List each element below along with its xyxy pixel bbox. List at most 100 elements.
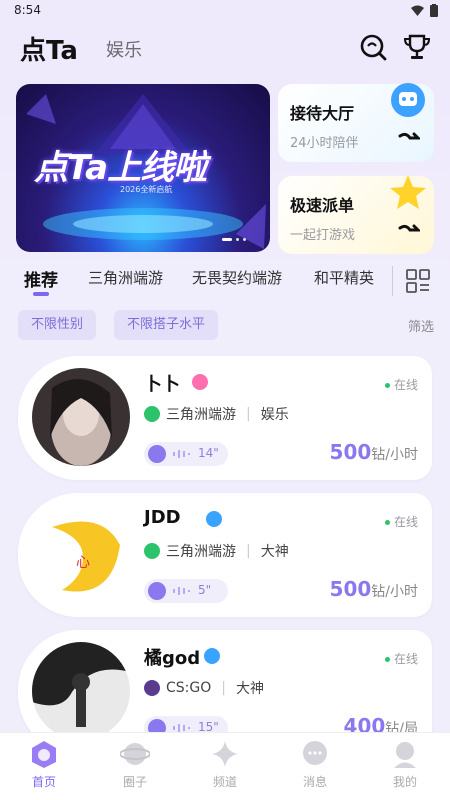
tab-divider xyxy=(392,266,393,296)
online-status: 在线 xyxy=(384,513,418,530)
profile-icon xyxy=(394,742,416,768)
filter-button[interactable]: 筛选 xyxy=(408,316,434,335)
online-label: 在线 xyxy=(393,515,418,529)
game-row: 三角洲端游 | 娱乐 xyxy=(144,404,289,424)
game-row: CS:GO | 大神 xyxy=(144,678,264,698)
voice-duration: 14" xyxy=(198,446,219,460)
waveform-icon xyxy=(173,450,190,458)
home-icon xyxy=(32,741,56,768)
player-tag: 娱乐 xyxy=(260,407,289,423)
voice-intro[interactable]: 14" xyxy=(144,442,228,466)
game-name: 三角洲端游 xyxy=(166,544,236,560)
separator: | xyxy=(221,680,226,696)
grid-icon[interactable] xyxy=(405,268,431,294)
game-icon xyxy=(144,543,160,559)
message-icon xyxy=(303,741,327,765)
female-icon xyxy=(192,374,208,390)
arrow-icon xyxy=(398,132,420,140)
side-card-title: 接待大厅 xyxy=(290,104,355,123)
online-status: 在线 xyxy=(384,650,418,667)
player-card[interactable]: 卜卜 在线 三角洲端游 | 娱乐 14" 500钻/小时 xyxy=(18,356,432,480)
price-value: 500 xyxy=(329,577,372,601)
side-card-title: 极速派单 xyxy=(290,196,355,215)
male-icon xyxy=(204,648,220,664)
game-icon xyxy=(144,406,160,422)
nav-entertainment[interactable]: 娱乐 xyxy=(106,36,142,62)
reception-hall-card[interactable]: 接待大厅 24小时陪伴 xyxy=(278,83,434,162)
svg-text:心: 心 xyxy=(76,555,90,571)
tab-recommend[interactable]: 推荐 xyxy=(24,266,58,291)
player-tag: 大神 xyxy=(260,544,289,560)
price-unit: 钻/小时 xyxy=(371,584,418,600)
online-label: 在线 xyxy=(393,378,418,392)
tab-delta-pc[interactable]: 三角洲端游 xyxy=(88,267,163,288)
side-card-subtitle: 一起打游戏 xyxy=(290,228,356,243)
nav-profile[interactable]: 我的 xyxy=(375,739,435,790)
nav-label: 消息 xyxy=(302,775,327,789)
game-row: 三角洲端游 | 大神 xyxy=(144,541,289,561)
game-name: CS:GO xyxy=(166,680,212,696)
online-dot xyxy=(384,383,390,388)
nav-label: 频道 xyxy=(212,775,237,789)
male-icon xyxy=(206,511,222,527)
player-name: 橘god xyxy=(144,648,201,669)
price-value: 500 xyxy=(329,440,372,464)
promo-banner[interactable]: 点Ta上线啦 2026全新启航 xyxy=(16,84,270,252)
voice-duration: 5" xyxy=(198,583,212,597)
online-dot xyxy=(384,657,390,662)
game-name: 三角洲端游 xyxy=(166,407,236,423)
gender-filter-chip[interactable]: 不限性别 xyxy=(18,310,97,340)
voice-intro[interactable]: 5" xyxy=(144,579,228,603)
player-tag: 大神 xyxy=(235,681,264,697)
nav-messages[interactable]: 消息 xyxy=(285,739,345,790)
price-unit: 钻/小时 xyxy=(371,447,418,463)
price: 500钻/小时 xyxy=(330,440,418,464)
tab-valorant-pc[interactable]: 无畏契约端游 xyxy=(192,267,282,288)
battery-icon xyxy=(430,4,438,17)
separator: | xyxy=(246,406,251,422)
nav-channel[interactable]: 频道 xyxy=(195,739,255,790)
tab-peace-elite[interactable]: 和平精英 xyxy=(314,267,374,288)
avatar[interactable]: 心 xyxy=(32,505,130,603)
nav-circle[interactable]: 圈子 xyxy=(105,739,165,790)
waveform-icon xyxy=(173,587,190,595)
search-icon[interactable] xyxy=(358,32,388,62)
app-header: 点Ta 娱乐 xyxy=(0,28,450,68)
wifi-icon xyxy=(411,5,424,16)
banner-pagination xyxy=(222,238,246,241)
avatar[interactable] xyxy=(32,642,130,740)
bottom-nav: 首页 圈子 频道 消息 我的 xyxy=(0,732,450,800)
brand-logo: 点Ta xyxy=(20,36,78,66)
player-name: 卜卜 xyxy=(144,374,180,395)
arrow-icon xyxy=(398,224,420,232)
player-card[interactable]: 心 JDD 在线 三角洲端游 | 大神 5" 500钻/小时 xyxy=(18,493,432,617)
robot-icon xyxy=(391,83,425,117)
level-filter-chip[interactable]: 不限搭子水平 xyxy=(114,310,219,340)
online-label: 在线 xyxy=(393,652,418,666)
planet-icon xyxy=(120,743,150,765)
sparkle-icon xyxy=(212,741,238,767)
banner-subtitle: 2026全新启航 xyxy=(120,185,173,194)
play-icon xyxy=(148,445,166,463)
status-time: 8:54 xyxy=(14,3,41,17)
separator: | xyxy=(246,543,251,559)
category-tabs: 推荐 三角洲端游 无畏契约端游 和平精英 xyxy=(0,262,450,302)
nav-home[interactable]: 首页 xyxy=(14,739,74,790)
quick-dispatch-card[interactable]: 极速派单 一起打游戏 xyxy=(278,175,434,254)
online-status: 在线 xyxy=(384,376,418,393)
banner-title: 点Ta上线啦 xyxy=(34,148,207,188)
avatar[interactable] xyxy=(32,368,130,466)
online-dot xyxy=(384,520,390,525)
tab-active-indicator xyxy=(33,292,49,296)
trophy-icon[interactable] xyxy=(402,32,432,62)
nav-label: 首页 xyxy=(31,775,56,789)
status-icons xyxy=(411,4,438,17)
price: 500钻/小时 xyxy=(330,577,418,601)
nav-label: 圈子 xyxy=(122,775,147,789)
player-name: JDD xyxy=(144,507,181,528)
nav-label: 我的 xyxy=(392,775,417,789)
status-bar: 8:54 xyxy=(0,0,450,22)
filter-bar: 不限性别 不限搭子水平 筛选 xyxy=(0,310,450,342)
side-card-subtitle: 24小时陪伴 xyxy=(290,136,359,151)
play-icon xyxy=(148,582,166,600)
